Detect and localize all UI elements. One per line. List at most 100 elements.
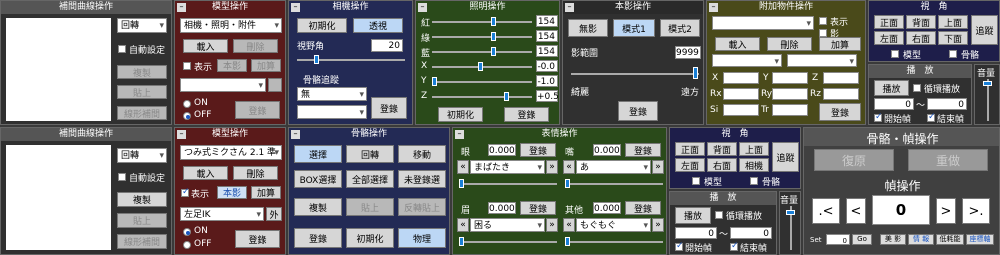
brow-slider-track[interactable] — [459, 241, 557, 243]
volume-slider-thumb[interactable] — [786, 210, 795, 215]
load-button[interactable]: 載入 — [183, 166, 228, 180]
y-slider-track[interactable] — [432, 81, 532, 83]
start-frame-checkbox[interactable] — [874, 112, 883, 122]
red-input[interactable]: 154 — [536, 15, 558, 27]
start-frame-checkbox[interactable] — [675, 241, 684, 251]
brow-slider-thumb[interactable] — [459, 237, 464, 246]
red-slider-track[interactable] — [432, 21, 532, 23]
bottom-view-button[interactable]: 下面 — [938, 31, 968, 45]
minimize-icon[interactable]: – — [291, 3, 300, 12]
green-slider-thumb[interactable] — [491, 32, 496, 41]
range-slider-track[interactable] — [571, 73, 699, 75]
bone-select[interactable]: ▾ — [180, 78, 266, 92]
shadow-button[interactable]: 本影 — [217, 59, 247, 72]
bone-checkbox[interactable] — [949, 50, 957, 58]
ry-input[interactable] — [772, 88, 808, 100]
model-select[interactable]: 相機・照明・附件 ▾ — [180, 18, 282, 33]
front-view-button[interactable]: 正面 — [874, 15, 904, 29]
green-input[interactable]: 154 — [536, 30, 558, 42]
green-slider-track[interactable] — [432, 36, 532, 38]
mouth-slider-thumb[interactable] — [565, 179, 570, 188]
other-register-button[interactable]: 登錄 — [625, 201, 661, 215]
rz-input[interactable] — [823, 88, 859, 100]
show-checkbox[interactable] — [819, 17, 827, 25]
paste-button[interactable]: 貼上 — [346, 198, 394, 216]
undo-button[interactable]: 復原 — [814, 149, 894, 171]
eye-prev-button[interactable]: « — [457, 160, 469, 174]
top-view-button[interactable]: 上面 — [739, 142, 769, 156]
box-select-button[interactable]: BOX選擇 — [294, 170, 342, 188]
brow-next-button[interactable]: » — [546, 218, 558, 232]
paste-button[interactable]: 貼上 — [117, 85, 167, 99]
minimize-icon[interactable]: – — [177, 130, 186, 139]
follow-button[interactable]: 追蹤 — [971, 15, 998, 45]
reverse-paste-button[interactable]: 反轉貼上 — [398, 198, 446, 216]
copy-button[interactable]: 複製 — [294, 198, 342, 216]
minimize-icon[interactable]: – — [177, 3, 186, 12]
mode1-button[interactable]: 模式1 — [613, 19, 655, 37]
camera-view-button[interactable]: 相機 — [739, 158, 769, 172]
mode2-button[interactable]: 模式2 — [660, 19, 700, 37]
left-view-button[interactable]: 左面 — [675, 158, 705, 172]
add-button[interactable]: 加算 — [251, 186, 281, 199]
curve-editor[interactable] — [6, 145, 111, 250]
off-radio[interactable] — [183, 241, 191, 249]
copy-button[interactable]: 複製 — [117, 65, 167, 79]
init-button[interactable]: 初期化 — [438, 107, 483, 122]
rotate-button[interactable]: 回轉 — [346, 145, 394, 163]
register-button[interactable]: 登錄 — [235, 230, 280, 248]
other-input[interactable]: 0.000 — [593, 202, 621, 214]
first-frame-button[interactable]: .< — [812, 198, 840, 224]
load-button[interactable]: 載入 — [715, 37, 760, 51]
blue-slider-track[interactable] — [432, 51, 532, 53]
add-button[interactable]: 加算 — [819, 37, 861, 51]
fov-slider-thumb[interactable] — [314, 55, 319, 64]
mouth-input[interactable]: 0.000 — [593, 144, 621, 156]
init-button[interactable]: 初期化 — [297, 18, 347, 33]
register-button[interactable]: 登錄 — [294, 228, 342, 248]
accessory-select[interactable]: ▾ — [712, 16, 814, 30]
left-view-button[interactable]: 左面 — [874, 31, 904, 45]
delete-button[interactable]: 刪除 — [233, 39, 278, 53]
mouth-register-button[interactable]: 登錄 — [625, 143, 661, 157]
copy-button[interactable]: 複製 — [117, 192, 167, 207]
register-button[interactable]: 登錄 — [371, 97, 407, 119]
rot-select[interactable]: 回轉 ▾ — [117, 148, 167, 163]
minimize-icon[interactable]: – — [455, 130, 464, 139]
on-radio[interactable] — [183, 100, 191, 108]
mouth-prev-button[interactable]: « — [563, 160, 575, 174]
y-input[interactable] — [772, 72, 808, 84]
show-checkbox[interactable] — [181, 187, 190, 197]
brow-prev-button[interactable]: « — [457, 218, 469, 232]
start-frame-input[interactable]: 0 — [675, 227, 717, 239]
redo-button[interactable]: 重做 — [908, 149, 988, 171]
register-button[interactable]: 登錄 — [618, 101, 658, 121]
x-input[interactable]: -0.0 — [536, 60, 558, 72]
blue-input[interactable]: 154 — [536, 45, 558, 57]
eye-slider-thumb[interactable] — [459, 179, 464, 188]
y-slider-thumb[interactable] — [432, 77, 437, 86]
range-input[interactable]: 9999 — [675, 46, 701, 59]
paste-button[interactable]: 貼上 — [117, 213, 167, 228]
on-radio[interactable] — [183, 228, 191, 236]
select-button[interactable]: 選擇 — [294, 145, 342, 163]
delete-button[interactable]: 刪除 — [767, 37, 812, 51]
go-button[interactable]: Go — [852, 234, 872, 245]
outer-button[interactable]: 外 — [266, 207, 282, 221]
frame-number-input[interactable]: 0 — [872, 195, 930, 225]
parent-model-select[interactable]: ▾ — [712, 54, 782, 67]
mouth-next-button[interactable]: » — [652, 160, 664, 174]
back-view-button[interactable]: 背面 — [707, 142, 737, 156]
z-input[interactable] — [823, 72, 859, 84]
other-select[interactable]: もぐもぐ ▾ — [576, 218, 651, 232]
eye-slider-track[interactable] — [459, 183, 557, 185]
z-slider-track[interactable] — [432, 96, 532, 98]
move-button[interactable]: 移動 — [398, 145, 446, 163]
si-input[interactable] — [723, 104, 759, 116]
other-prev-button[interactable]: « — [563, 218, 575, 232]
end-frame-input[interactable]: 0 — [927, 98, 967, 110]
show-checkbox[interactable] — [183, 62, 191, 70]
no-shadow-button[interactable]: 無影 — [568, 19, 608, 37]
play-button[interactable]: 播放 — [675, 207, 711, 224]
bone-checkbox[interactable] — [750, 177, 758, 185]
